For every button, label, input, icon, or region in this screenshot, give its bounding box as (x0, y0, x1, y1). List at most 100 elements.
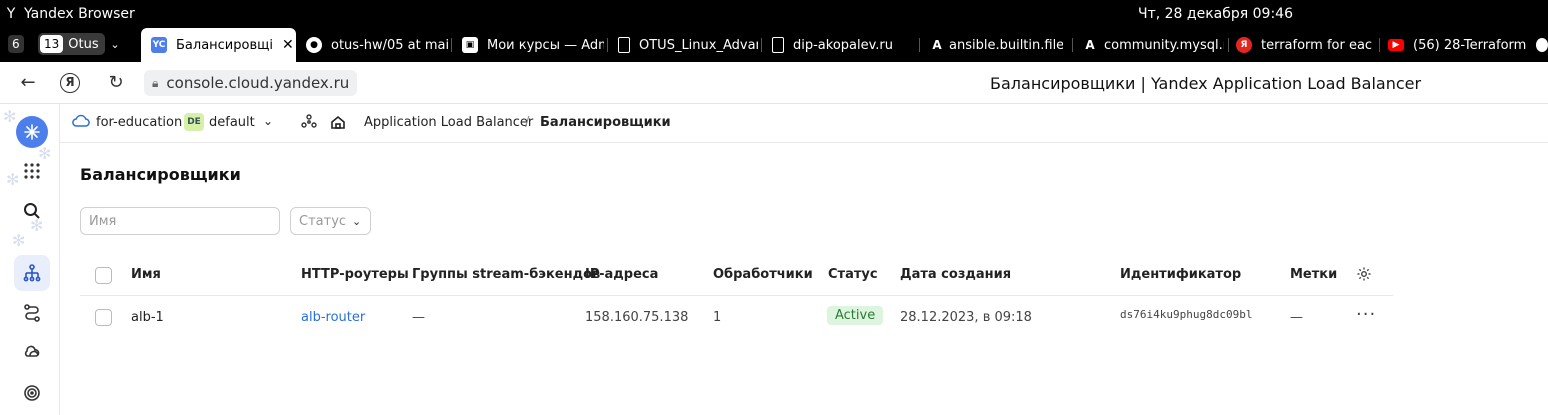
column-header-stream-groups[interactable]: Группы stream-бэкендов (412, 267, 600, 282)
table-row[interactable]: alb-1 alb-router — 158.160.75.138 1 Acti… (80, 296, 1393, 339)
status-filter-select[interactable]: Статус ⌄ (290, 207, 371, 235)
lock-icon: 🔒︎ (152, 75, 159, 90)
chevron-down-icon[interactable]: ⌄ (263, 114, 273, 128)
tab-separator (1072, 38, 1073, 52)
column-header-status[interactable]: Статус (828, 267, 878, 282)
breadcrumb-current: Балансировщики (540, 115, 671, 130)
tab-separator (919, 38, 920, 52)
status-badge: Active (827, 306, 884, 325)
balancers-table: Имя HTTP-роутеры Группы stream-бэкендов … (80, 255, 1393, 339)
document-icon (618, 37, 630, 53)
os-clock: Чт, 28 декабря 09:46 (1138, 6, 1293, 22)
column-header-id[interactable]: Идентификатор (1120, 267, 1241, 282)
tab-ansible-file[interactable]: A ansible.builtin.file (929, 28, 1063, 62)
cloud-console-home-icon[interactable] (16, 116, 48, 148)
close-icon[interactable]: ✕ (282, 37, 294, 53)
back-arrow-icon[interactable]: ← (16, 71, 40, 95)
document-icon (772, 37, 784, 53)
cell-labels: — (1290, 310, 1303, 325)
name-filter-placeholder: Имя (89, 213, 117, 229)
tab-group-chevron-icon[interactable]: ⌄ (104, 33, 126, 55)
breadcrumb-cloud[interactable]: for-education (96, 115, 182, 130)
tab-separator (607, 38, 608, 52)
table-header-row: Имя HTTP-роутеры Группы stream-бэкендов … (80, 255, 1393, 296)
tab-my-courses[interactable]: ▣ Мои курсы — Adm (462, 28, 604, 62)
youtube-icon: ▶ (1388, 39, 1404, 51)
tab-separator (451, 38, 452, 52)
column-header-http-routers[interactable]: HTTP-роутеры (301, 267, 409, 282)
column-header-listeners[interactable]: Обработчики (713, 267, 813, 282)
snowflake-decoration-icon: ✻ (12, 231, 26, 250)
row-actions-menu-icon[interactable]: ··· (1356, 304, 1376, 325)
yandex-search-favicon-icon: Я (1236, 37, 1252, 53)
tab-github[interactable]: ● otus-hw/05 at mai (306, 28, 450, 62)
address-bar: ← Я ↻ 🔒︎ console.cloud.yandex.ru Баланси… (0, 62, 1548, 104)
reload-icon[interactable]: ↻ (104, 71, 128, 95)
chevron-down-icon: ⌄ (352, 214, 362, 228)
github-icon: ● (306, 37, 322, 53)
tab-separator (761, 38, 762, 52)
cell-name[interactable]: alb-1 (131, 310, 164, 325)
tab-title: dip-akopalev.ru (793, 37, 894, 53)
tab-community-mysql[interactable]: A community.mysql.r (1082, 28, 1224, 62)
tab-group-otus[interactable]: 13 Otus (38, 33, 105, 55)
yandex-cloud-favicon-icon: YC (151, 37, 167, 53)
tab-title: terraform for each (1261, 37, 1373, 53)
tab-youtube-terraform[interactable]: ▶ (56) 28-Terraform (1388, 28, 1528, 62)
page-title: Балансировщики (80, 165, 241, 184)
tab-balancers[interactable]: YC Балансировщі ✕ (141, 28, 296, 62)
target-icon[interactable] (14, 375, 50, 411)
cell-id[interactable]: ds76i4ku9phug8dc09bl (1120, 308, 1252, 321)
tab-title: Мои курсы — Adm (487, 37, 604, 53)
tab-group-label: Otus (68, 36, 99, 52)
tab-separator (1228, 38, 1229, 52)
tab-count-b: 13 (40, 35, 64, 53)
target-groups-icon[interactable] (14, 335, 50, 371)
tab-title: community.mysql.r (1104, 37, 1224, 53)
cell-created: 28.12.2023, в 09:18 (900, 310, 1032, 325)
column-header-ip[interactable]: IP-адреса (585, 267, 658, 282)
breadcrumb-service[interactable]: Application Load Balancer (364, 115, 533, 130)
ansible-favicon-icon: A (932, 38, 942, 52)
tab-terraform-foreach[interactable]: Я terraform for each (1236, 28, 1373, 62)
tab-dip[interactable]: dip-akopalev.ru (772, 28, 917, 62)
column-header-name[interactable]: Имя (131, 267, 161, 282)
name-filter-input[interactable]: Имя (80, 207, 280, 235)
tab-title: ansible.builtin.file (949, 37, 1063, 53)
cell-ip: 158.160.75.138 (585, 310, 689, 325)
os-app-name: Yandex Browser (24, 6, 135, 22)
breadcrumb-folder[interactable]: default (209, 115, 255, 130)
tab-title: otus-hw/05 at mai (331, 37, 450, 53)
routing-icon[interactable] (14, 295, 50, 331)
cell-listeners: 1 (713, 310, 722, 325)
tab-counter[interactable]: 6 (8, 33, 24, 55)
ansible-favicon-icon: A (1085, 38, 1095, 52)
tab-title: Балансировщі (176, 37, 273, 53)
select-all-checkbox[interactable] (95, 267, 112, 284)
browser-logo-icon: Y (6, 6, 16, 22)
url-text: console.cloud.yandex.ru (166, 74, 350, 92)
folder-badge: DE (184, 113, 204, 131)
new-tab-button[interactable] (1536, 28, 1548, 62)
breadcrumb-separator: / (525, 115, 530, 130)
load-balancers-icon[interactable] (14, 255, 50, 291)
snowflake-decoration-icon: ✻ (3, 107, 17, 126)
url-field[interactable]: 🔒︎ console.cloud.yandex.ru (144, 70, 358, 96)
home-icon[interactable] (330, 114, 346, 134)
search-icon[interactable] (14, 193, 50, 229)
tab-otus-linux[interactable]: OTUS_Linux_Advan (618, 28, 758, 62)
console-sidebar: ✻ ✻ ✻ ✻ ✻ (0, 104, 60, 415)
all-services-grid-icon[interactable] (14, 153, 50, 189)
cloud-icon (72, 114, 90, 132)
column-header-created[interactable]: Дата создания (900, 267, 1011, 282)
yandex-home-icon[interactable]: Я (60, 73, 80, 93)
table-settings-gear-icon[interactable] (1356, 266, 1372, 286)
service-hub-icon[interactable] (301, 114, 317, 134)
tab-title: OTUS_Linux_Advan (639, 37, 758, 53)
breadcrumb: for-education DE default ⌄ Application L… (60, 104, 1548, 143)
os-top-bar: Y Yandex Browser Чт, 28 декабря 09:46 (0, 0, 1548, 28)
cell-http-router-link[interactable]: alb-router (301, 310, 365, 325)
row-checkbox[interactable] (95, 309, 112, 326)
page-window-title: Балансировщики | Yandex Application Load… (990, 74, 1422, 93)
column-header-labels[interactable]: Метки (1290, 267, 1337, 282)
